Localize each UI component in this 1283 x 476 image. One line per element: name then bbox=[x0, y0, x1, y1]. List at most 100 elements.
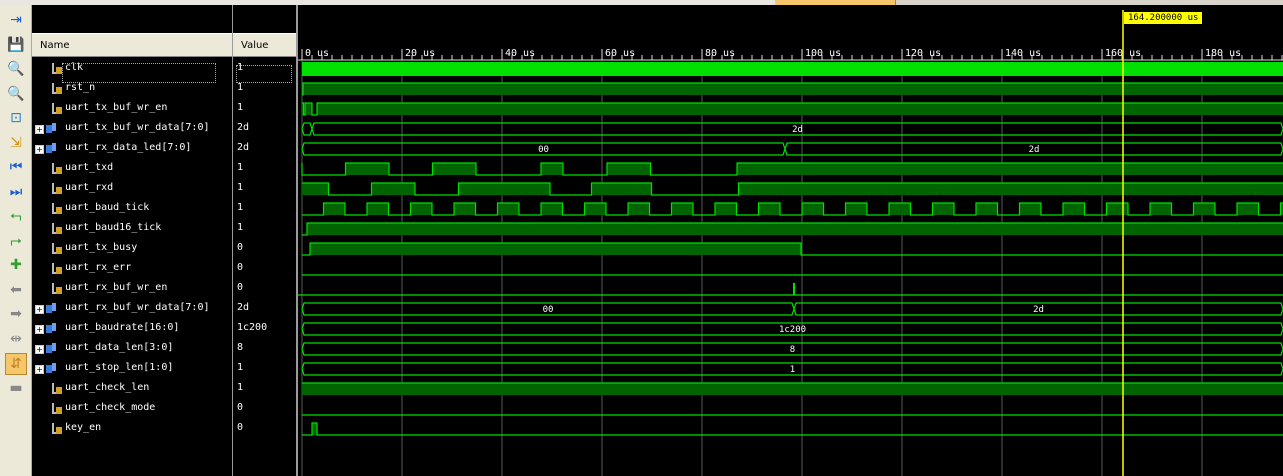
expand-icon[interactable]: + bbox=[35, 345, 44, 354]
ruler-tick-label: 140 us bbox=[1005, 48, 1041, 59]
signal-row[interactable]: uart_tx_busy bbox=[32, 239, 232, 259]
bit-signal-icon bbox=[52, 183, 62, 194]
waveform-canvas[interactable]: 0 us 20 us 40 us 60 us 80 us 100 us 120 us 140 … bbox=[298, 5, 1283, 476]
prev-marker-icon[interactable]: ⬅ bbox=[6, 280, 26, 300]
wave-high-fill bbox=[1106, 203, 1128, 215]
wave-high-fill bbox=[584, 203, 606, 215]
snap-icon[interactable]: ⇵ bbox=[5, 353, 27, 375]
zoom-out-icon[interactable]: 🔍 bbox=[6, 84, 26, 104]
waveform-pane[interactable]: 0 us 20 us 40 us 60 us 80 us 100 us 120 us 140 … bbox=[298, 5, 1283, 476]
signal-value: 0 bbox=[237, 402, 244, 413]
signal-row[interactable]: uart_check_mode bbox=[32, 399, 232, 419]
signal-name: uart_check_mode bbox=[65, 402, 156, 413]
go-start-icon[interactable]: ⏮ bbox=[6, 157, 26, 177]
signal-row[interactable]: + uart_rx_data_led[7:0] bbox=[32, 139, 232, 159]
signal-name: uart_baud_tick bbox=[65, 202, 150, 213]
wave-high-fill bbox=[310, 243, 801, 255]
signal-name: uart_rx_err bbox=[65, 262, 132, 273]
signal-name: uart_tx_buf_wr_data[7:0] bbox=[65, 122, 210, 133]
go-end-icon[interactable]: ⏭ bbox=[6, 182, 26, 202]
bus-segment bbox=[301, 122, 313, 136]
wave-high-fill bbox=[312, 423, 317, 435]
bit-signal-icon bbox=[52, 403, 62, 414]
wave-high-fill bbox=[1019, 203, 1041, 215]
bit-signal-icon bbox=[52, 203, 62, 214]
ruler-tick-label: 20 us bbox=[405, 48, 435, 59]
value-column-header[interactable]: Value bbox=[233, 33, 296, 57]
signal-row[interactable]: + uart_tx_buf_wr_data[7:0] bbox=[32, 119, 232, 139]
wave-high-fill bbox=[737, 163, 1283, 175]
panel-toggle-icon[interactable]: ⇥ bbox=[6, 10, 26, 30]
bit-signal-icon bbox=[52, 423, 62, 434]
wave-high-fill bbox=[303, 83, 1283, 95]
zoom-fit-icon[interactable]: ⊡ bbox=[6, 108, 26, 128]
expand-icon[interactable]: + bbox=[35, 305, 44, 314]
signal-row[interactable]: uart_baud_tick bbox=[32, 199, 232, 219]
signal-name: uart_txd bbox=[65, 162, 114, 173]
zoom-in-icon[interactable]: 🔍 bbox=[6, 59, 26, 79]
signal-name: uart_stop_len[1:0] bbox=[65, 362, 174, 373]
signal-name: uart_check_len bbox=[65, 382, 150, 393]
signal-value: 2d bbox=[237, 142, 250, 153]
expand-icon[interactable]: + bbox=[35, 365, 44, 374]
signal-row[interactable]: uart_txd bbox=[32, 159, 232, 179]
name-column-header[interactable]: Name bbox=[32, 33, 232, 57]
next-marker-icon[interactable]: ➡ bbox=[6, 304, 26, 324]
bus-signal-icon bbox=[46, 363, 56, 373]
cursor-time-label[interactable]: 164.200000 us bbox=[1124, 12, 1203, 24]
signal-value-pane: Value 1 1 1 2d 2d 1 1 1 1 0 0 0 2d 1c200 8 1 1 0 0 bbox=[233, 5, 298, 476]
expand-icon[interactable]: + bbox=[35, 125, 44, 134]
bus-signal-icon bbox=[46, 323, 56, 333]
grid-icon[interactable]: ▬ bbox=[6, 378, 26, 398]
signal-row[interactable]: + uart_stop_len[1:0] bbox=[32, 359, 232, 379]
save-icon[interactable]: 💾 bbox=[6, 35, 26, 55]
wave-high-fill bbox=[976, 203, 998, 215]
signal-value: 0 bbox=[237, 422, 244, 433]
wave-high-fill bbox=[607, 163, 651, 175]
signal-name: uart_baudrate[16:0] bbox=[65, 322, 180, 333]
signal-row[interactable]: uart_rx_err bbox=[32, 259, 232, 279]
signal-row[interactable]: key_en bbox=[32, 419, 232, 439]
bit-signal-icon bbox=[52, 283, 62, 294]
signal-row[interactable]: uart_rxd bbox=[32, 179, 232, 199]
wave-high-fill bbox=[758, 203, 780, 215]
prev-transition-icon[interactable]: ⮢ bbox=[6, 206, 26, 226]
wave-high-fill bbox=[628, 203, 650, 215]
wave-high-fill bbox=[932, 203, 954, 215]
bit-waveform bbox=[302, 202, 1283, 216]
signal-value: 8 bbox=[237, 342, 244, 353]
go-cursor-icon[interactable]: ⇲ bbox=[6, 133, 26, 153]
signal-value: 2d bbox=[237, 122, 250, 133]
signal-row[interactable]: uart_check_len bbox=[32, 379, 232, 399]
expand-icon[interactable]: + bbox=[35, 145, 44, 154]
wave-toolbar: ⇥ 💾 🔍 🔍 ⊡ ⇲ ⏮ ⏭ ⮢ ⮣ ✚ ⬅ ➡ ⇹ ⇵ ▬ bbox=[0, 5, 32, 476]
signal-name: uart_tx_busy bbox=[65, 242, 138, 253]
next-transition-icon[interactable]: ⮣ bbox=[6, 231, 26, 251]
bit-signal-icon bbox=[52, 63, 62, 74]
signal-name: uart_rx_buf_wr_data[7:0] bbox=[65, 302, 210, 313]
signal-row[interactable]: uart_baud16_tick bbox=[32, 219, 232, 239]
signal-value: 1 bbox=[237, 362, 244, 373]
signal-row[interactable]: + uart_data_len[3:0] bbox=[32, 339, 232, 359]
bit-signal-icon bbox=[52, 223, 62, 234]
signal-name-pane: Name clk rst_n uart_tx_buf_wr_en + uart_tx_b… bbox=[32, 5, 233, 476]
wave-high-fill bbox=[458, 183, 550, 195]
ruler-tick-label: 120 us bbox=[905, 48, 941, 59]
bus-signal-icon bbox=[46, 123, 56, 133]
signal-name: uart_rx_buf_wr_en bbox=[65, 282, 168, 293]
signal-row[interactable]: uart_rx_buf_wr_en bbox=[32, 279, 232, 299]
signal-value: 0 bbox=[237, 282, 244, 293]
wave-high-fill bbox=[591, 183, 652, 195]
signal-value: 1c200 bbox=[237, 322, 268, 333]
signal-row[interactable]: + uart_baudrate[16:0] bbox=[32, 319, 232, 339]
write-pulse bbox=[793, 283, 795, 295]
signal-value: 2d bbox=[237, 302, 250, 313]
signal-row[interactable]: + uart_rx_buf_wr_data[7:0] bbox=[32, 299, 232, 319]
add-marker-icon[interactable]: ✚ bbox=[6, 255, 26, 275]
signal-value: 1 bbox=[237, 222, 244, 233]
expand-icon[interactable]: + bbox=[35, 325, 44, 334]
wave-high-fill bbox=[1193, 203, 1215, 215]
signal-row[interactable]: uart_tx_buf_wr_en bbox=[32, 99, 232, 119]
signal-value: 1 bbox=[237, 382, 244, 393]
swap-cursor-icon[interactable]: ⇹ bbox=[6, 329, 26, 349]
